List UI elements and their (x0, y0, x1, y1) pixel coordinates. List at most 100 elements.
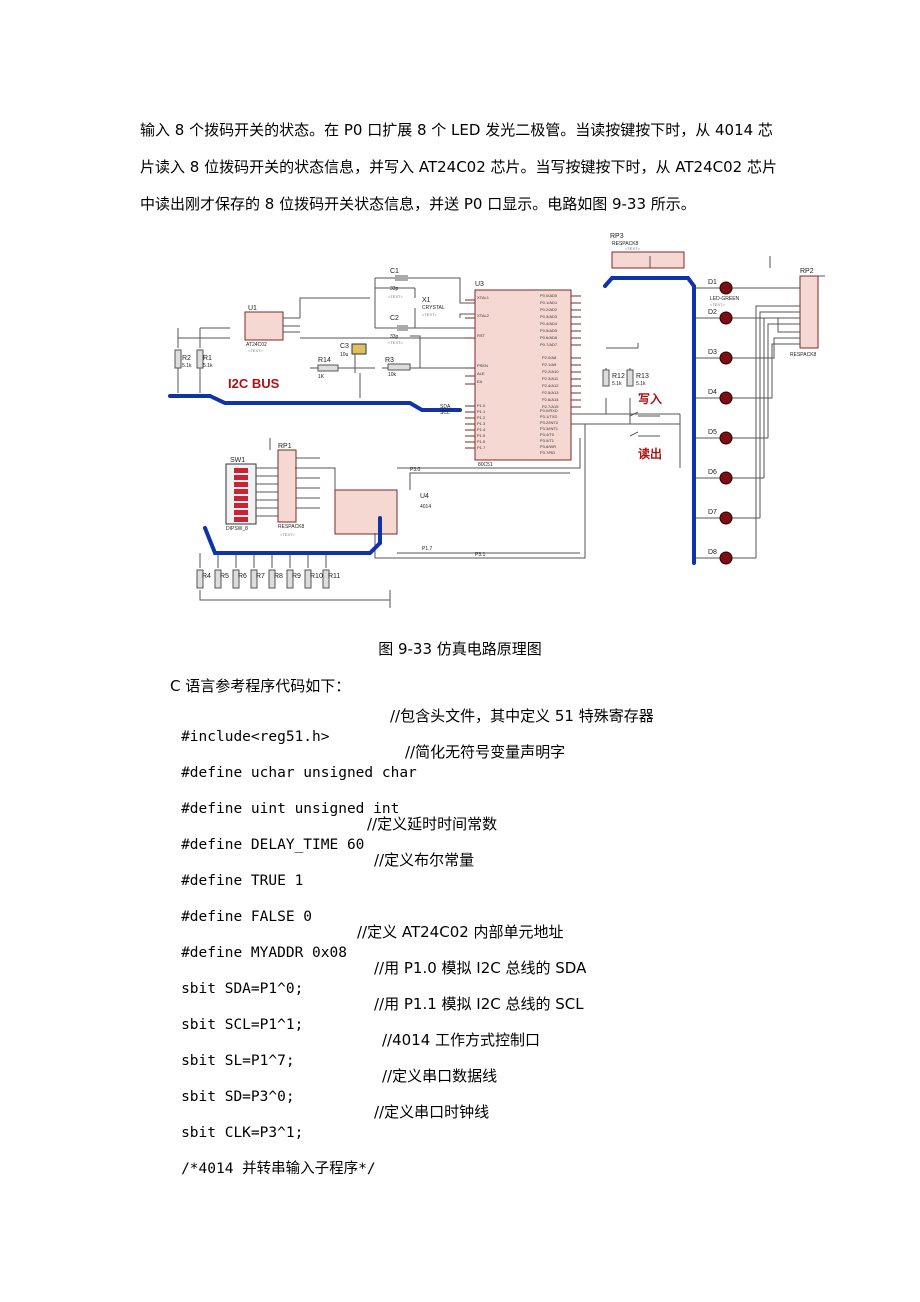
code-line: /*4014 并转串输入子程序*/ (162, 1138, 376, 1177)
mcu-pin: P0.1/AD1 (540, 300, 558, 305)
rp3-label: RP3 (610, 233, 624, 240)
resistor-label: R5 (220, 573, 229, 580)
rp1-part: RESPACK8 (278, 524, 305, 530)
mcu-pin: P0.6/AD6 (540, 335, 558, 340)
mcu-pin: P0.0/AD0 (540, 293, 558, 298)
sw-label: SW1 (230, 457, 245, 464)
crystal-label: CRYSTAL (422, 305, 445, 311)
r3-value: 10k (388, 372, 397, 378)
r1-value: 5.1k (203, 363, 213, 369)
led-label: D6 (708, 469, 717, 476)
code-line: sbit SCL=P1^1; //用 P1.1 模拟 I2C 总线的 SCL (162, 994, 584, 1033)
text-placeholder: <TEXT> (248, 348, 264, 353)
code-text: /*4014 并转串输入子程序*/ (181, 1161, 376, 1177)
mcu-pin: P2.5/A13 (542, 390, 559, 395)
paragraph-line: 中读出刚才保存的 8 位拨码开关状态信息，并送 P0 口显示。电路如图 9-33… (140, 195, 696, 213)
mcu-pin: P1.0 (477, 403, 486, 408)
p30-label: P3.0 (410, 467, 421, 473)
mcu-pin: RST (477, 333, 486, 338)
c3-value: 10u (340, 352, 349, 358)
mcu-pin: EA (477, 379, 483, 384)
paragraph-line: 片读入 8 位拨码开关的状态信息，并写入 AT24C02 芯片。当写按键按下时，… (140, 158, 777, 176)
circuit-schematic: I2C BUS 写入 读出 U1 AT24C02 U3 80C51 U4 401… (168, 233, 825, 608)
intro-paragraph: 输入 8 个拨码开关的状态。在 P0 口扩展 8 个 LED 发光二极管。当读按… (140, 112, 790, 223)
r12-value: 5.1k (612, 381, 622, 387)
code-comment: //定义延时时间常数 (367, 815, 498, 833)
code-comment: //简化无符号变量声明字 (405, 743, 566, 761)
rp1-label: RP1 (278, 443, 292, 450)
bus-label: I2C BUS (228, 376, 280, 391)
code-comment: //定义串口时钟线 (374, 1103, 490, 1121)
resistor-label: R7 (256, 573, 265, 580)
r13-label: R13 (636, 373, 649, 380)
code-line: #define DELAY_TIME 60 //定义延时时间常数 (162, 814, 497, 853)
r14-value: 1K (318, 374, 325, 380)
mcu-pin: P2.6/A14 (542, 397, 559, 402)
code-line: sbit SDA=P1^0; //用 P1.0 模拟 I2C 总线的 SDA (162, 958, 586, 997)
code-comment: //定义布尔常量 (374, 851, 475, 869)
mcu-pin: P1.3 (477, 421, 486, 426)
r2-value: 5.1k (182, 363, 192, 369)
mcu-pin: P2.0/A8 (542, 355, 557, 360)
mcu-pin: PSEN (477, 363, 488, 368)
read-button-label: 读出 (638, 446, 662, 461)
code-line: sbit SL=P1^7; //4014 工作方式控制口 (162, 1030, 540, 1069)
mcu-pin: P0.4/AD4 (540, 321, 558, 326)
mcu-pin: P1.5 (477, 433, 486, 438)
text-placeholder: <TEXT> (388, 340, 404, 345)
u1-label: U1 (248, 305, 257, 312)
u3-part: 80C51 (478, 462, 493, 468)
code-comment: //用 P1.1 模拟 I2C 总线的 SCL (374, 995, 584, 1013)
mcu-pin: P3.6/WR (540, 444, 556, 449)
code-line: #define uchar unsigned char //简化无符号变量声明字 (162, 742, 565, 781)
mcu-pin: P1.6 (477, 439, 486, 444)
led-label: D5 (708, 429, 717, 436)
paragraph-line: 输入 8 个拨码开关的状态。在 P0 口扩展 8 个 LED 发光二极管。当读按… (140, 121, 773, 139)
code-line: #define TRUE 1 //定义布尔常量 (162, 850, 474, 889)
mcu-pin: P2.2/A10 (542, 369, 559, 374)
mcu-pin: P3.0/RXD (540, 408, 558, 413)
code-line: sbit CLK=P3^1; //定义串口时钟线 (162, 1102, 489, 1141)
led-label: D8 (708, 549, 717, 556)
r12-label: R12 (612, 373, 625, 380)
r1-label: R1 (203, 355, 212, 362)
r2-label: R2 (182, 355, 191, 362)
text-placeholder: <TEXT> (625, 246, 641, 251)
mcu-pin: XTAL1 (477, 295, 490, 300)
led-label: D2 (708, 309, 717, 316)
mcu-pin: P2.3/A11 (542, 376, 559, 381)
resistor-label: R10 (310, 573, 323, 580)
mcu-pin: ALE (477, 371, 485, 376)
code-comment: //包含头文件，其中定义 51 特殊寄存器 (390, 707, 654, 725)
code-intro: C 语言参考程序代码如下： (170, 677, 351, 695)
mcu-pin: P1.7 (477, 445, 486, 450)
rp2-label: RP2 (800, 268, 814, 275)
p17-label: P1.7 (422, 546, 433, 552)
mcu-pin: P2.4/A12 (542, 383, 559, 388)
r14-label: R14 (318, 357, 331, 364)
mcu-pin: P3.4/T0 (540, 432, 555, 437)
code-comment: //定义 AT24C02 内部单元地址 (357, 923, 564, 941)
mcu-pin: P0.7/AD7 (540, 342, 558, 347)
mcu-pin: P3.5/T1 (540, 438, 555, 443)
code-line: #include<reg51.h> //包含头文件，其中定义 51 特殊寄存器 (162, 706, 654, 745)
sw-part: DIPSW_8 (226, 526, 248, 532)
code-line: #define FALSE 0 (162, 886, 312, 925)
text-placeholder: <TEXT> (422, 312, 438, 317)
r13-value: 5.1k (636, 381, 646, 387)
r3-label: R3 (385, 357, 394, 364)
c1-label: C1 (390, 268, 399, 275)
mcu-pin: P1.2 (477, 415, 486, 420)
mcu-pin: P3.2/INT0 (540, 420, 559, 425)
figure-caption: 图 9-33 仿真电路原理图 (378, 640, 542, 658)
code-line: #define MYADDR 0x08 //定义 AT24C02 内部单元地址 (162, 922, 563, 961)
code-line: sbit SD=P3^0; //定义串口数据线 (162, 1066, 497, 1105)
led-label: D7 (708, 509, 717, 516)
led-label: D3 (708, 349, 717, 356)
rp2-part: RESPACK8 (790, 352, 817, 358)
mcu-pin: P1.4 (477, 427, 486, 432)
code-comment: //定义串口数据线 (382, 1067, 498, 1085)
u4-part: 4014 (420, 504, 431, 510)
c2-label: C2 (390, 315, 399, 322)
x1-label: X1 (422, 297, 431, 304)
